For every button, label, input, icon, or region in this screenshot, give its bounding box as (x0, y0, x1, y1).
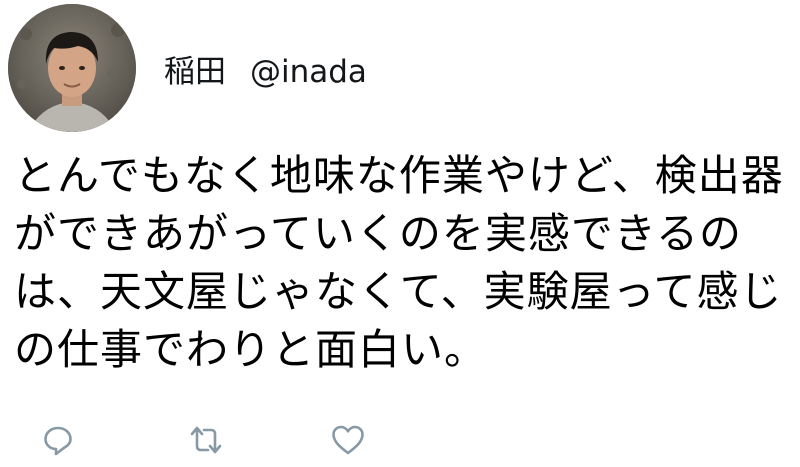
retweet-icon (190, 426, 222, 454)
author-handle[interactable]: @inada (250, 54, 367, 90)
tweet-actions (0, 418, 800, 462)
tweet-card: 稲田 @inada とんでもなく地味な作業やけど、検出器ができあがっていくのを実… (0, 0, 800, 467)
reply-icon (44, 426, 72, 456)
retweet-button[interactable] (184, 418, 228, 462)
avatar-photo-icon (8, 4, 136, 132)
like-button[interactable] (326, 418, 370, 462)
author-display-name[interactable]: 稲田 (164, 46, 226, 91)
author-avatar[interactable] (8, 4, 136, 132)
heart-icon (332, 425, 364, 455)
reply-button[interactable] (36, 418, 80, 462)
tweet-text: とんでもなく地味な作業やけど、検出器ができあがっていくのを実感できるのは、天文屋… (14, 151, 784, 374)
author-names: 稲田 @inada (164, 46, 367, 91)
tweet-header: 稲田 @inada (8, 4, 367, 132)
